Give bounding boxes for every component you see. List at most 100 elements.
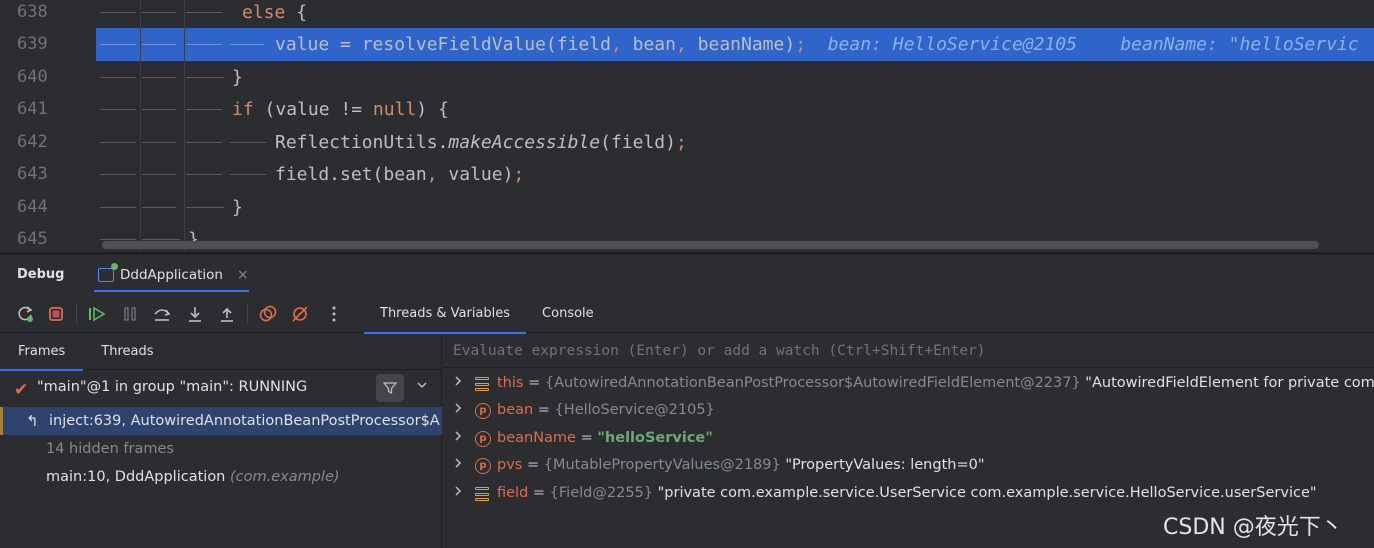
- code-text: }: [232, 191, 243, 224]
- debug-title: Debug: [17, 267, 65, 282]
- watermark: CSDN @夜光下丶: [1163, 515, 1343, 540]
- equals-sign: =: [528, 485, 550, 501]
- return-icon: ↰: [26, 412, 39, 430]
- pause-icon[interactable]: [118, 302, 142, 326]
- code-token: ,: [426, 164, 438, 185]
- line-number[interactable]: 643: [0, 158, 96, 191]
- indent-guide: [186, 44, 222, 45]
- application-icon: [98, 263, 118, 282]
- frames-pane: Frames Threads ✔ "main"@1 in group "main…: [0, 334, 442, 548]
- chevron-right-icon[interactable]: [453, 370, 463, 398]
- thread-selector[interactable]: ✔ "main"@1 in group "main": RUNNING: [0, 371, 442, 405]
- line-number-gutter[interactable]: 638 639 640 641 642 643 644 645: [0, 0, 96, 252]
- current-execution-line[interactable]: value = resolveFieldValue(field, bean, b…: [96, 28, 1374, 61]
- code-area[interactable]: else {value = resolveFieldValue(field, b…: [96, 0, 1374, 252]
- code-text: else {: [242, 0, 307, 29]
- code-line[interactable]: field.set(bean, value);: [96, 158, 1374, 191]
- indent-guide: [100, 12, 136, 13]
- code-line[interactable]: ReflectionUtils.makeAccessible(field);: [96, 126, 1374, 159]
- frame-item[interactable]: main:10, DddApplication (com.example): [0, 463, 442, 491]
- line-number[interactable]: 645: [0, 223, 96, 252]
- parameter-icon: p: [475, 431, 491, 447]
- filter-icon[interactable]: [376, 374, 404, 402]
- indent-guide: [100, 109, 136, 110]
- variable-row[interactable]: field = {Field@2255} "private com.exampl…: [443, 480, 1374, 508]
- code-line[interactable]: }: [96, 191, 1374, 224]
- variable-value: "AutowiredFieldElement for private com: [1080, 375, 1374, 391]
- indent-guide: [230, 44, 264, 45]
- tab-threads[interactable]: Threads: [83, 334, 171, 370]
- frame-label: main:10, DddApplication: [46, 469, 226, 485]
- view-breakpoints-icon[interactable]: [256, 302, 280, 326]
- checkmark-icon: ✔: [14, 380, 29, 400]
- step-over-icon[interactable]: [150, 302, 174, 326]
- code-token: }: [232, 67, 243, 88]
- frame-label-group: main:10, DddApplication (com.example): [46, 463, 340, 491]
- line-number[interactable]: 641: [0, 93, 96, 126]
- code-text: if (value != null) {: [232, 93, 449, 126]
- equals-sign: =: [523, 375, 545, 391]
- code-text: }: [232, 61, 243, 94]
- rerun-icon[interactable]: [13, 302, 37, 326]
- more-options-icon[interactable]: [322, 302, 346, 326]
- variable-row[interactable]: p bean = {HelloService@2105}: [443, 397, 1374, 425]
- frame-item[interactable]: ↰ inject:639, AutowiredAnnotationBeanPos…: [0, 407, 442, 435]
- equals-sign: =: [575, 430, 598, 446]
- parameter-icon: p: [475, 403, 491, 419]
- code-line[interactable]: }: [96, 61, 1374, 94]
- hidden-frames-label: 14 hidden frames: [46, 441, 174, 457]
- tab-threads-variables[interactable]: Threads & Variables: [364, 295, 527, 334]
- chevron-right-icon[interactable]: [453, 397, 463, 425]
- indent-guide: [142, 239, 180, 240]
- evaluate-expression-input[interactable]: [443, 334, 1374, 368]
- indent-guide: [186, 12, 222, 13]
- indent-guide: [230, 142, 266, 143]
- code-token: bean: [621, 34, 676, 55]
- indent-guide: [142, 12, 176, 13]
- toolbar-separator: [76, 304, 77, 324]
- mute-breakpoints-icon[interactable]: [288, 302, 312, 326]
- tab-console[interactable]: Console: [526, 295, 610, 333]
- chevron-right-icon[interactable]: [453, 425, 463, 453]
- line-number[interactable]: 638: [0, 0, 96, 29]
- run-config-tab[interactable]: DddApplication ×: [94, 261, 253, 289]
- code-line[interactable]: if (value != null) {: [96, 93, 1374, 126]
- chevron-right-icon[interactable]: [453, 480, 463, 508]
- step-out-icon[interactable]: [215, 302, 239, 326]
- variable-row[interactable]: p pvs = {MutablePropertyValues@2189} "Pro…: [443, 452, 1374, 480]
- indent-guide: [186, 174, 222, 175]
- frame-package: (com.example): [229, 469, 340, 485]
- variable-value: "helloService": [597, 430, 713, 446]
- horizontal-scrollbar[interactable]: [102, 241, 1319, 249]
- line-number[interactable]: 642: [0, 126, 96, 159]
- chevron-right-icon[interactable]: [453, 452, 463, 480]
- close-icon[interactable]: ×: [237, 267, 249, 283]
- line-number[interactable]: 640: [0, 61, 96, 94]
- resume-icon[interactable]: [85, 302, 109, 326]
- code-editor[interactable]: 638 639 640 641 642 643 644 645 else {value = r…: [0, 0, 1374, 252]
- variable-name: this: [497, 375, 524, 391]
- variable-value: "private com.example.service.UserService…: [653, 485, 1317, 501]
- code-text: field.set(bean, value);: [275, 158, 524, 191]
- variable-name: pvs: [497, 457, 523, 473]
- line-number[interactable]: 639: [0, 28, 96, 61]
- equals-sign: =: [533, 402, 555, 418]
- indent-guide: [186, 77, 224, 78]
- thread-label: "main"@1 in group "main": RUNNING: [37, 379, 308, 395]
- variable-row[interactable]: this = {AutowiredAnnotationBeanPostProce…: [443, 370, 1374, 398]
- code-line[interactable]: else {: [96, 0, 1374, 29]
- line-number[interactable]: 644: [0, 191, 96, 224]
- frame-item[interactable]: 14 hidden frames: [0, 435, 442, 463]
- chevron-down-icon[interactable]: [416, 379, 428, 395]
- frames-tabs: Frames Threads: [0, 334, 442, 371]
- variable-name: field: [497, 485, 529, 501]
- stop-icon[interactable]: [44, 302, 68, 326]
- code-token: value = resolveFieldValue(field: [275, 34, 611, 55]
- block-guide: [140, 0, 141, 252]
- variable-type: {AutowiredAnnotationBeanPostProcessor$Au…: [544, 375, 1081, 391]
- step-into-icon[interactable]: [183, 302, 207, 326]
- variable-row[interactable]: p beanName = "helloService": [443, 425, 1374, 453]
- frame-label: inject:639, AutowiredAnnotationBeanPostP…: [49, 413, 440, 429]
- indent-guide: [100, 142, 136, 143]
- tab-frames[interactable]: Frames: [0, 334, 84, 371]
